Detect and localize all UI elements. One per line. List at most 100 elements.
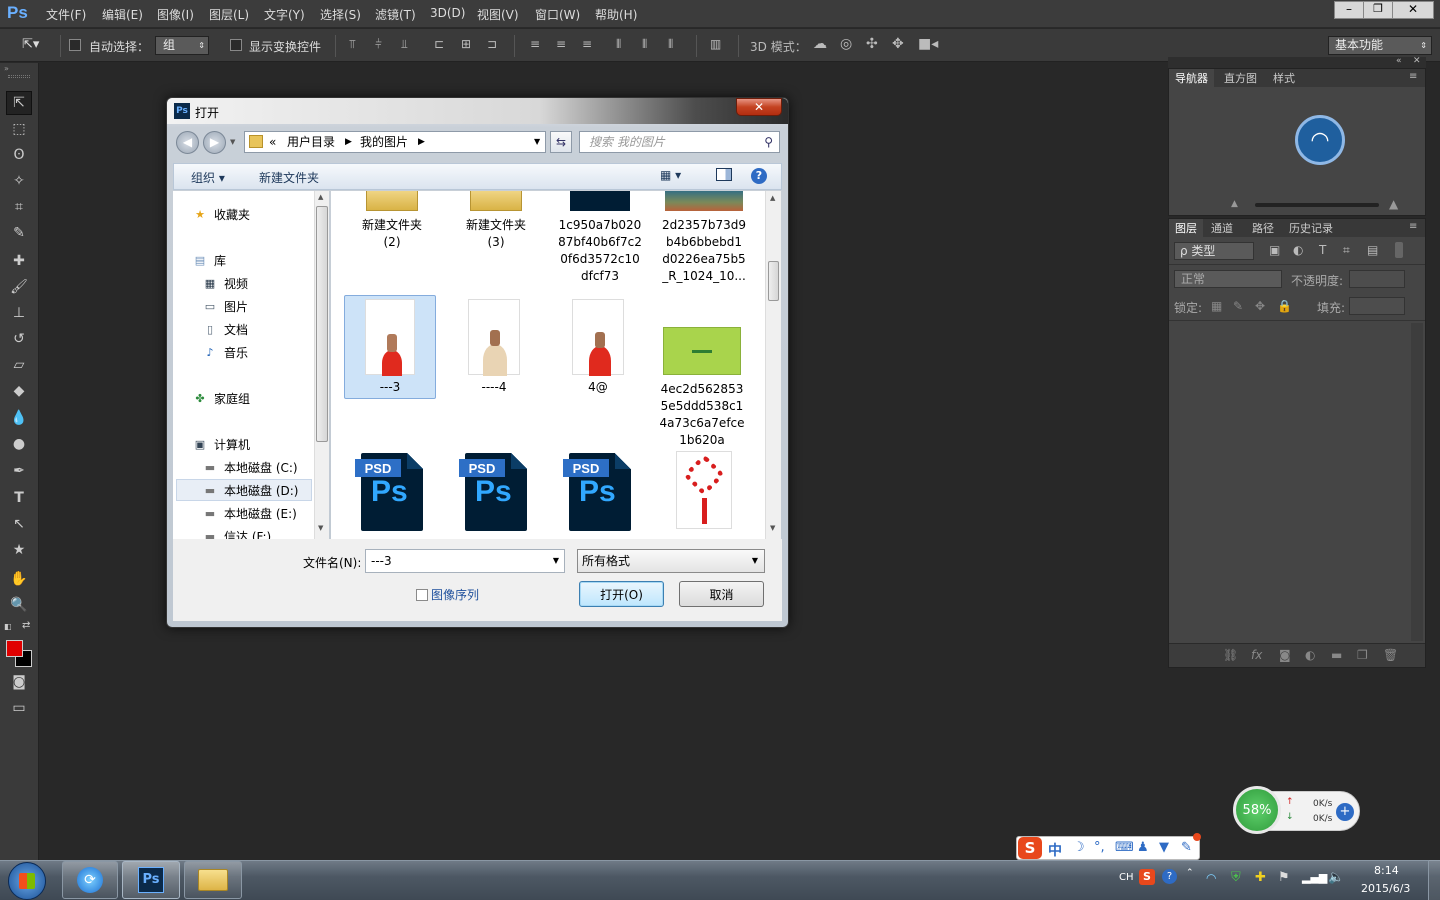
layer-kind-filter[interactable]: ρ 类型 [1174,242,1254,260]
net-usage-ball[interactable]: 58% [1233,786,1281,834]
scroll-down-icon[interactable]: ▼ [770,524,775,532]
swap-colors-icon[interactable]: ⇄ [22,620,30,631]
auto-align-icon[interactable]: ▥ [710,37,721,51]
ime-chinese-mode[interactable]: 中 [1048,840,1062,860]
ime-user-icon[interactable]: ♟ [1137,840,1149,855]
tray-help-icon[interactable]: ? [1162,869,1177,884]
zoom-out-icon[interactable]: ▲ [1231,199,1238,209]
breadcrumb-my-pictures[interactable]: 我的图片 [360,132,408,152]
menu-layer[interactable]: 图层(L) [209,6,249,23]
distribute-right-icon[interactable]: ⦀ [668,37,673,52]
restore-button[interactable]: ❐ [1363,1,1393,19]
filter-type-icon[interactable]: T [1319,243,1326,257]
nav-computer[interactable]: ▣ 计算机 [192,436,250,453]
history-dropdown-icon[interactable]: ▼ [230,138,235,146]
align-vcenter-icon[interactable]: ⫩ [375,37,382,52]
3d-scale-icon[interactable]: ■◂ [918,36,938,52]
tab-layers[interactable]: 图层 [1169,219,1203,237]
clock-date[interactable]: 2015/6/3 [1361,882,1410,895]
menu-image[interactable]: 图像(I) [157,6,194,23]
nav-pictures[interactable]: ▭ 图片 [202,298,248,315]
type-tool-icon[interactable]: T [6,486,32,510]
refresh-button[interactable]: ⇆ [550,131,572,153]
file-item[interactable]: ---3 [342,299,438,396]
collapse-panels-icon[interactable]: « [1396,56,1402,66]
3d-roll-icon[interactable]: ◎ [840,36,852,52]
tray-language[interactable]: CH [1119,872,1134,883]
menu-view[interactable]: 视图(V) [477,6,519,23]
scroll-down-icon[interactable]: ▼ [318,524,323,532]
ime-tools-icon[interactable]: ✎ [1181,840,1192,855]
tray-shield-icon[interactable]: ⛨ [1231,870,1241,885]
new-group-icon[interactable]: ▬ [1331,648,1342,662]
panel-menu-icon[interactable]: ≡ [1409,221,1417,232]
align-right-icon[interactable]: ⊐ [487,37,497,51]
foreground-color-swatch[interactable] [6,640,23,657]
lock-pixels-icon[interactable]: ▦ [1211,299,1222,313]
3d-orbit-icon[interactable]: ☁ [813,36,827,52]
quick-mask-icon[interactable]: ◙ [6,670,32,694]
file-item[interactable]: 4ec2d562853 5e5ddd538c1 4a73c6a7efce 1b620a [654,327,750,449]
tab-channels[interactable]: 通道 [1205,219,1239,237]
tray-signal-icon[interactable]: ▂▄▆ [1302,871,1327,884]
tray-360-icon[interactable]: ✚ [1255,870,1266,885]
auto-select-checkbox[interactable] [69,39,81,51]
search-input[interactable]: 搜索 我的图片 ⚲ [579,131,780,153]
distribute-hcenter-icon[interactable]: ⦀ [642,37,647,52]
magic-wand-icon[interactable]: ✧ [6,169,32,193]
3d-slide-icon[interactable]: ✥ [892,36,904,52]
nav-music[interactable]: ♪ 音乐 [202,344,248,361]
distribute-left-icon[interactable]: ⦀ [616,37,621,52]
lock-all-icon[interactable]: 🔒 [1277,299,1292,313]
opacity-field[interactable] [1349,270,1405,288]
scroll-up-icon[interactable]: ▲ [770,194,775,202]
zoom-tool-icon[interactable]: 🔍 [6,593,32,617]
zoom-in-icon[interactable]: ▲ [1389,197,1398,211]
screen-mode-icon[interactable]: ▭ [6,696,32,720]
layer-fx-icon[interactable]: fx [1251,648,1262,662]
paint-bucket-icon[interactable]: ◆ [6,379,32,403]
ime-skin-icon[interactable]: ▼ [1159,840,1169,855]
filter-smart-icon[interactable]: ▤ [1367,243,1378,257]
tray-expand-icon[interactable]: ⌃ [1186,868,1194,878]
nav-library[interactable]: ▤ 库 [192,252,226,269]
tray-volume-icon[interactable]: 🔈 [1328,870,1344,885]
file-item[interactable]: PSD Ps [552,453,648,531]
ime-halfwidth-icon[interactable]: ☽ [1073,840,1085,855]
new-layer-icon[interactable]: ❐ [1357,648,1368,662]
file-item[interactable]: PSD Ps [448,453,544,531]
nav-homegroup[interactable]: ✤ 家庭组 [192,390,250,407]
3d-pan-icon[interactable]: ✣ [866,36,878,52]
fill-field[interactable] [1349,297,1405,315]
tray-sogou-icon[interactable]: S [1139,869,1155,885]
file-item[interactable]: 新建文件夹 (2) [344,191,440,251]
filetype-select[interactable]: 所有格式 ▼ [577,549,765,573]
clock-time[interactable]: 8:14 [1374,864,1399,877]
new-folder-button[interactable]: 新建文件夹 [259,169,319,186]
file-item[interactable]: 1c950a7b020 87bf40b6f7c2 0f6d3572c10 dfcf73 [552,191,648,285]
zoom-slider[interactable] [1255,203,1379,207]
file-item[interactable] [656,451,752,529]
menu-filter[interactable]: 滤镜(T) [375,6,416,23]
ime-punct-icon[interactable]: °, [1094,840,1105,855]
file-item[interactable]: PSD Ps [344,453,440,531]
lasso-tool-icon[interactable]: ʘ [6,143,32,167]
minimize-button[interactable]: – [1334,1,1364,19]
stamp-tool-icon[interactable]: ⊥ [6,301,32,325]
breadcrumb-root[interactable]: « [269,132,276,152]
nav-drive-d[interactable]: ▬ 本地磁盘 (D:) [202,482,299,499]
back-button[interactable]: ◀ [176,131,199,154]
blend-mode-dropdown[interactable]: 正常 [1174,270,1282,288]
adjustment-layer-icon[interactable]: ◐ [1305,648,1315,662]
open-button[interactable]: 打开(O) [579,581,664,607]
add-mask-icon[interactable]: ◙ [1279,648,1291,662]
search-icon[interactable]: ⚲ [764,132,773,152]
tab-styles[interactable]: 样式 [1267,69,1301,87]
help-icon[interactable]: ? [751,168,767,184]
tray-wifi-icon[interactable]: ◠ [1206,871,1216,885]
menu-type[interactable]: 文字(Y) [264,6,305,23]
history-brush-icon[interactable]: ↺ [6,327,32,351]
tab-paths[interactable]: 路径 [1246,219,1280,237]
menu-edit[interactable]: 编辑(E) [102,6,143,23]
address-dropdown-icon[interactable]: ▼ [534,132,540,152]
